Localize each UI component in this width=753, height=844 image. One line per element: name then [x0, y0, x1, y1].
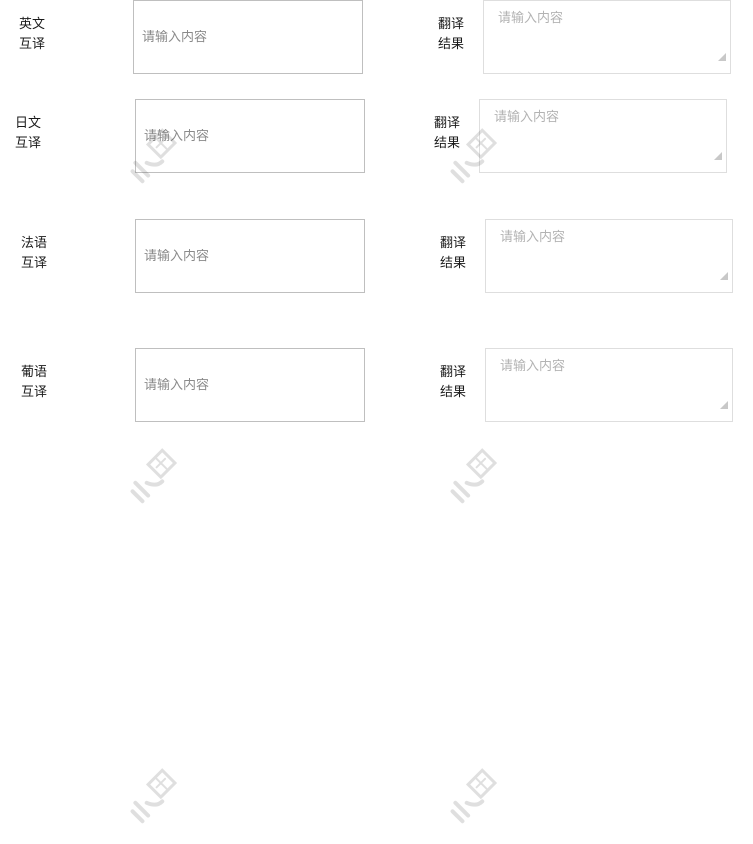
result-label-japanese: 翻译 结果	[427, 114, 467, 154]
lang-label-french: 法语 互译	[14, 234, 54, 274]
english-result-textarea[interactable]	[484, 1, 730, 73]
brand-watermark-icon	[450, 768, 498, 824]
result-label-french: 翻译 结果	[433, 234, 473, 274]
lang-label-line2: 互译	[20, 385, 47, 400]
result-label-english: 翻译 结果	[431, 15, 471, 55]
french-input-box[interactable]	[135, 219, 365, 293]
lang-label-line1: 日文	[14, 116, 41, 131]
result-label-line2: 结果	[439, 385, 466, 400]
english-input[interactable]	[142, 29, 354, 45]
japanese-result-textarea[interactable]	[480, 100, 726, 172]
portuguese-input[interactable]	[144, 377, 356, 393]
portuguese-result-textarea[interactable]	[486, 349, 732, 421]
french-result-box[interactable]	[485, 219, 733, 293]
result-label-line1: 翻译	[437, 17, 464, 32]
result-label-line2: 结果	[433, 136, 460, 151]
resize-handle-icon[interactable]	[720, 272, 728, 280]
lang-label-english: 英文 互译	[12, 15, 52, 55]
portuguese-result-box[interactable]	[485, 348, 733, 422]
result-label-line2: 结果	[437, 37, 464, 52]
brand-watermark-icon	[450, 448, 498, 504]
lang-label-line1: 葡语	[20, 365, 47, 380]
japanese-result-box[interactable]	[479, 99, 727, 173]
japanese-input-box[interactable]	[135, 99, 365, 173]
japanese-input[interactable]	[144, 128, 356, 144]
result-label-line2: 结果	[439, 256, 466, 271]
lang-label-line2: 互译	[20, 256, 47, 271]
result-label-line1: 翻译	[439, 365, 466, 380]
lang-label-line1: 法语	[20, 236, 47, 251]
result-label-line1: 翻译	[433, 116, 460, 131]
lang-label-line2: 互译	[14, 136, 41, 151]
resize-handle-icon[interactable]	[718, 53, 726, 61]
french-input[interactable]	[144, 248, 356, 264]
result-label-portuguese: 翻译 结果	[433, 363, 473, 403]
brand-watermark-icon	[130, 768, 178, 824]
lang-label-japanese: 日文 互译	[8, 114, 48, 154]
portuguese-input-box[interactable]	[135, 348, 365, 422]
result-label-line1: 翻译	[439, 236, 466, 251]
english-result-box[interactable]	[483, 0, 731, 74]
lang-label-portuguese: 葡语 互译	[14, 363, 54, 403]
lang-label-line1: 英文	[18, 17, 45, 32]
lang-label-line2: 互译	[18, 37, 45, 52]
french-result-textarea[interactable]	[486, 220, 732, 292]
english-input-box[interactable]	[133, 0, 363, 74]
brand-watermark-icon	[130, 448, 178, 504]
resize-handle-icon[interactable]	[720, 401, 728, 409]
resize-handle-icon[interactable]	[714, 152, 722, 160]
